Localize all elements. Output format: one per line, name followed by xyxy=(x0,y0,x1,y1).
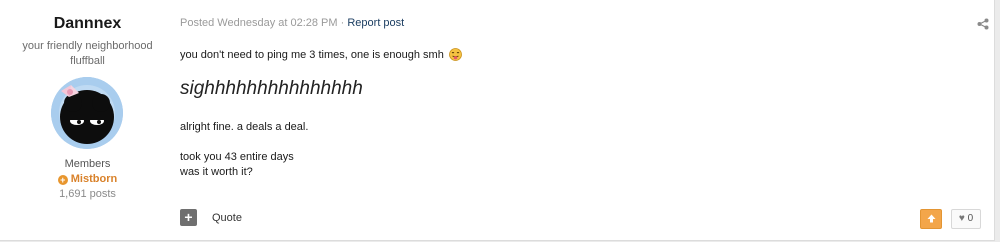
reaction-count[interactable]: ♥ 0 xyxy=(951,209,981,229)
forum-post: Dannnex your friendly neighborhood fluff… xyxy=(0,0,995,241)
post-text-line: you don't need to ping me 3 times, one i… xyxy=(180,48,462,61)
meta-separator: · xyxy=(340,17,345,29)
member-group: Members xyxy=(64,158,111,170)
post-large-text: sighhhhhhhhhhhhhhh xyxy=(180,78,363,99)
plus-circle-icon: + xyxy=(57,175,68,185)
post-text: took you 43 entire days xyxy=(180,151,294,163)
avatar[interactable] xyxy=(51,77,123,149)
quote-button[interactable]: Quote xyxy=(212,212,242,224)
post-text: was it worth it? xyxy=(180,166,253,178)
arrow-up-icon xyxy=(927,214,935,223)
upvote-button[interactable] xyxy=(920,209,942,229)
author-panel: Dannnex your friendly neighborhood fluff… xyxy=(0,0,175,240)
like-count: 0 xyxy=(967,213,974,224)
tongue-emoji-icon xyxy=(448,48,462,61)
author-name[interactable]: Dannnex xyxy=(0,15,175,33)
post-meta: Posted Wednesday at 02:28 PM · Report po… xyxy=(180,17,404,29)
post-text: alright fine. a deals a deal. xyxy=(180,121,309,133)
heart-icon: ♥ xyxy=(958,213,965,224)
post-count: 1,691 posts xyxy=(59,188,116,200)
posted-date: Posted Wednesday at 02:28 PM xyxy=(180,17,338,29)
multiquote-button[interactable]: + xyxy=(180,209,197,226)
author-title: your friendly neighborhood fluffball xyxy=(22,40,153,67)
share-icon[interactable] xyxy=(977,18,989,30)
rank-label: Mistborn xyxy=(70,173,118,185)
rank-badge: + Mistborn xyxy=(0,173,175,185)
post-text: you don't need to ping me 3 times, one i… xyxy=(180,49,444,61)
report-post-link[interactable]: Report post xyxy=(347,17,404,29)
